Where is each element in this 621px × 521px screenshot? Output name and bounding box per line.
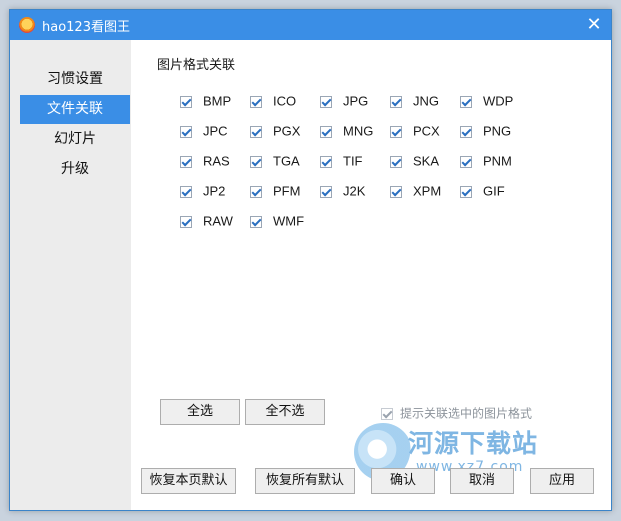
format-checkbox-ico[interactable]: ICO [250,92,296,110]
title-bar[interactable]: hao123看图王 ✕ [10,10,611,40]
format-checkbox-wdp[interactable]: WDP [460,92,513,110]
format-checkbox-gif[interactable]: GIF [460,182,505,200]
watermark-title: 河源下载站 [408,429,539,458]
format-checkbox-tga[interactable]: TGA [250,152,300,170]
checkbox-icon[interactable] [180,215,192,228]
format-checkbox-jpg[interactable]: JPG [320,92,368,110]
format-checkbox-jp2[interactable]: JP2 [180,182,225,200]
section-title: 图片格式关联 [157,58,236,73]
checkbox-icon[interactable] [390,155,402,168]
checkbox-icon[interactable] [320,125,332,138]
format-checkbox-png[interactable]: PNG [460,122,511,140]
cancel-button[interactable]: 取消 [450,468,514,494]
sidebar-item-upgrade[interactable]: 升级 [20,155,130,184]
checkbox-icon[interactable] [250,185,262,198]
restore-page-defaults-button[interactable]: 恢复本页默认 [141,468,236,494]
apply-button[interactable]: 应用 [530,468,594,494]
content-panel: 图片格式关联 BMP ICO JPG JNG WDP JPC PGX MNG P… [131,40,611,510]
format-checkbox-ska[interactable]: SKA [390,152,439,170]
checkbox-icon[interactable] [390,95,402,108]
checkbox-icon[interactable] [320,185,332,198]
select-none-button[interactable]: 全不选 [245,399,325,425]
sidebar-item-slideshow[interactable]: 幻灯片 [20,125,130,154]
format-checkbox-jng[interactable]: JNG [390,92,439,110]
checkbox-icon[interactable] [180,155,192,168]
format-checkbox-mng[interactable]: MNG [320,122,373,140]
settings-window: hao123看图王 ✕ 习惯设置 文件关联 幻灯片 升级 图片格式关联 BMP … [9,9,612,511]
checkbox-icon[interactable] [381,407,393,420]
format-checkbox-xpm[interactable]: XPM [390,182,441,200]
checkbox-icon[interactable] [460,155,472,168]
format-checkbox-pfm[interactable]: PFM [250,182,300,200]
format-checkbox-pgx[interactable]: PGX [250,122,300,140]
format-checkbox-jpc[interactable]: JPC [180,122,228,140]
sidebar-item-habits[interactable]: 习惯设置 [20,65,130,94]
format-checkbox-ras[interactable]: RAS [180,152,230,170]
checkbox-icon[interactable] [320,155,332,168]
checkbox-icon[interactable] [250,155,262,168]
close-icon[interactable]: ✕ [584,15,604,35]
select-all-button[interactable]: 全选 [160,399,240,425]
format-checkbox-wmf[interactable]: WMF [250,212,304,230]
checkbox-icon[interactable] [250,95,262,108]
checkbox-icon[interactable] [390,125,402,138]
sidebar: 习惯设置 文件关联 幻灯片 升级 [10,40,131,510]
checkbox-icon[interactable] [250,125,262,138]
format-checkbox-j2k[interactable]: J2K [320,182,365,200]
format-checkbox-tif[interactable]: TIF [320,152,363,170]
hint-checkbox[interactable]: 提示关联选中的图片格式 [381,404,532,422]
sidebar-item-file-association[interactable]: 文件关联 [20,95,130,124]
format-checkbox-raw[interactable]: RAW [180,212,233,230]
checkbox-icon[interactable] [460,185,472,198]
format-checkbox-pcx[interactable]: PCX [390,122,440,140]
window-title: hao123看图王 [42,20,130,35]
format-checkbox-pnm[interactable]: PNM [460,152,512,170]
checkbox-icon[interactable] [460,125,472,138]
checkbox-icon[interactable] [320,95,332,108]
checkbox-icon[interactable] [250,215,262,228]
ok-button[interactable]: 确认 [371,468,435,494]
format-checkbox-bmp[interactable]: BMP [180,92,231,110]
app-logo-icon [19,17,35,33]
checkbox-icon[interactable] [390,185,402,198]
checkbox-icon[interactable] [180,185,192,198]
checkbox-icon[interactable] [460,95,472,108]
checkbox-icon[interactable] [180,95,192,108]
restore-all-defaults-button[interactable]: 恢复所有默认 [255,468,355,494]
checkbox-icon[interactable] [180,125,192,138]
